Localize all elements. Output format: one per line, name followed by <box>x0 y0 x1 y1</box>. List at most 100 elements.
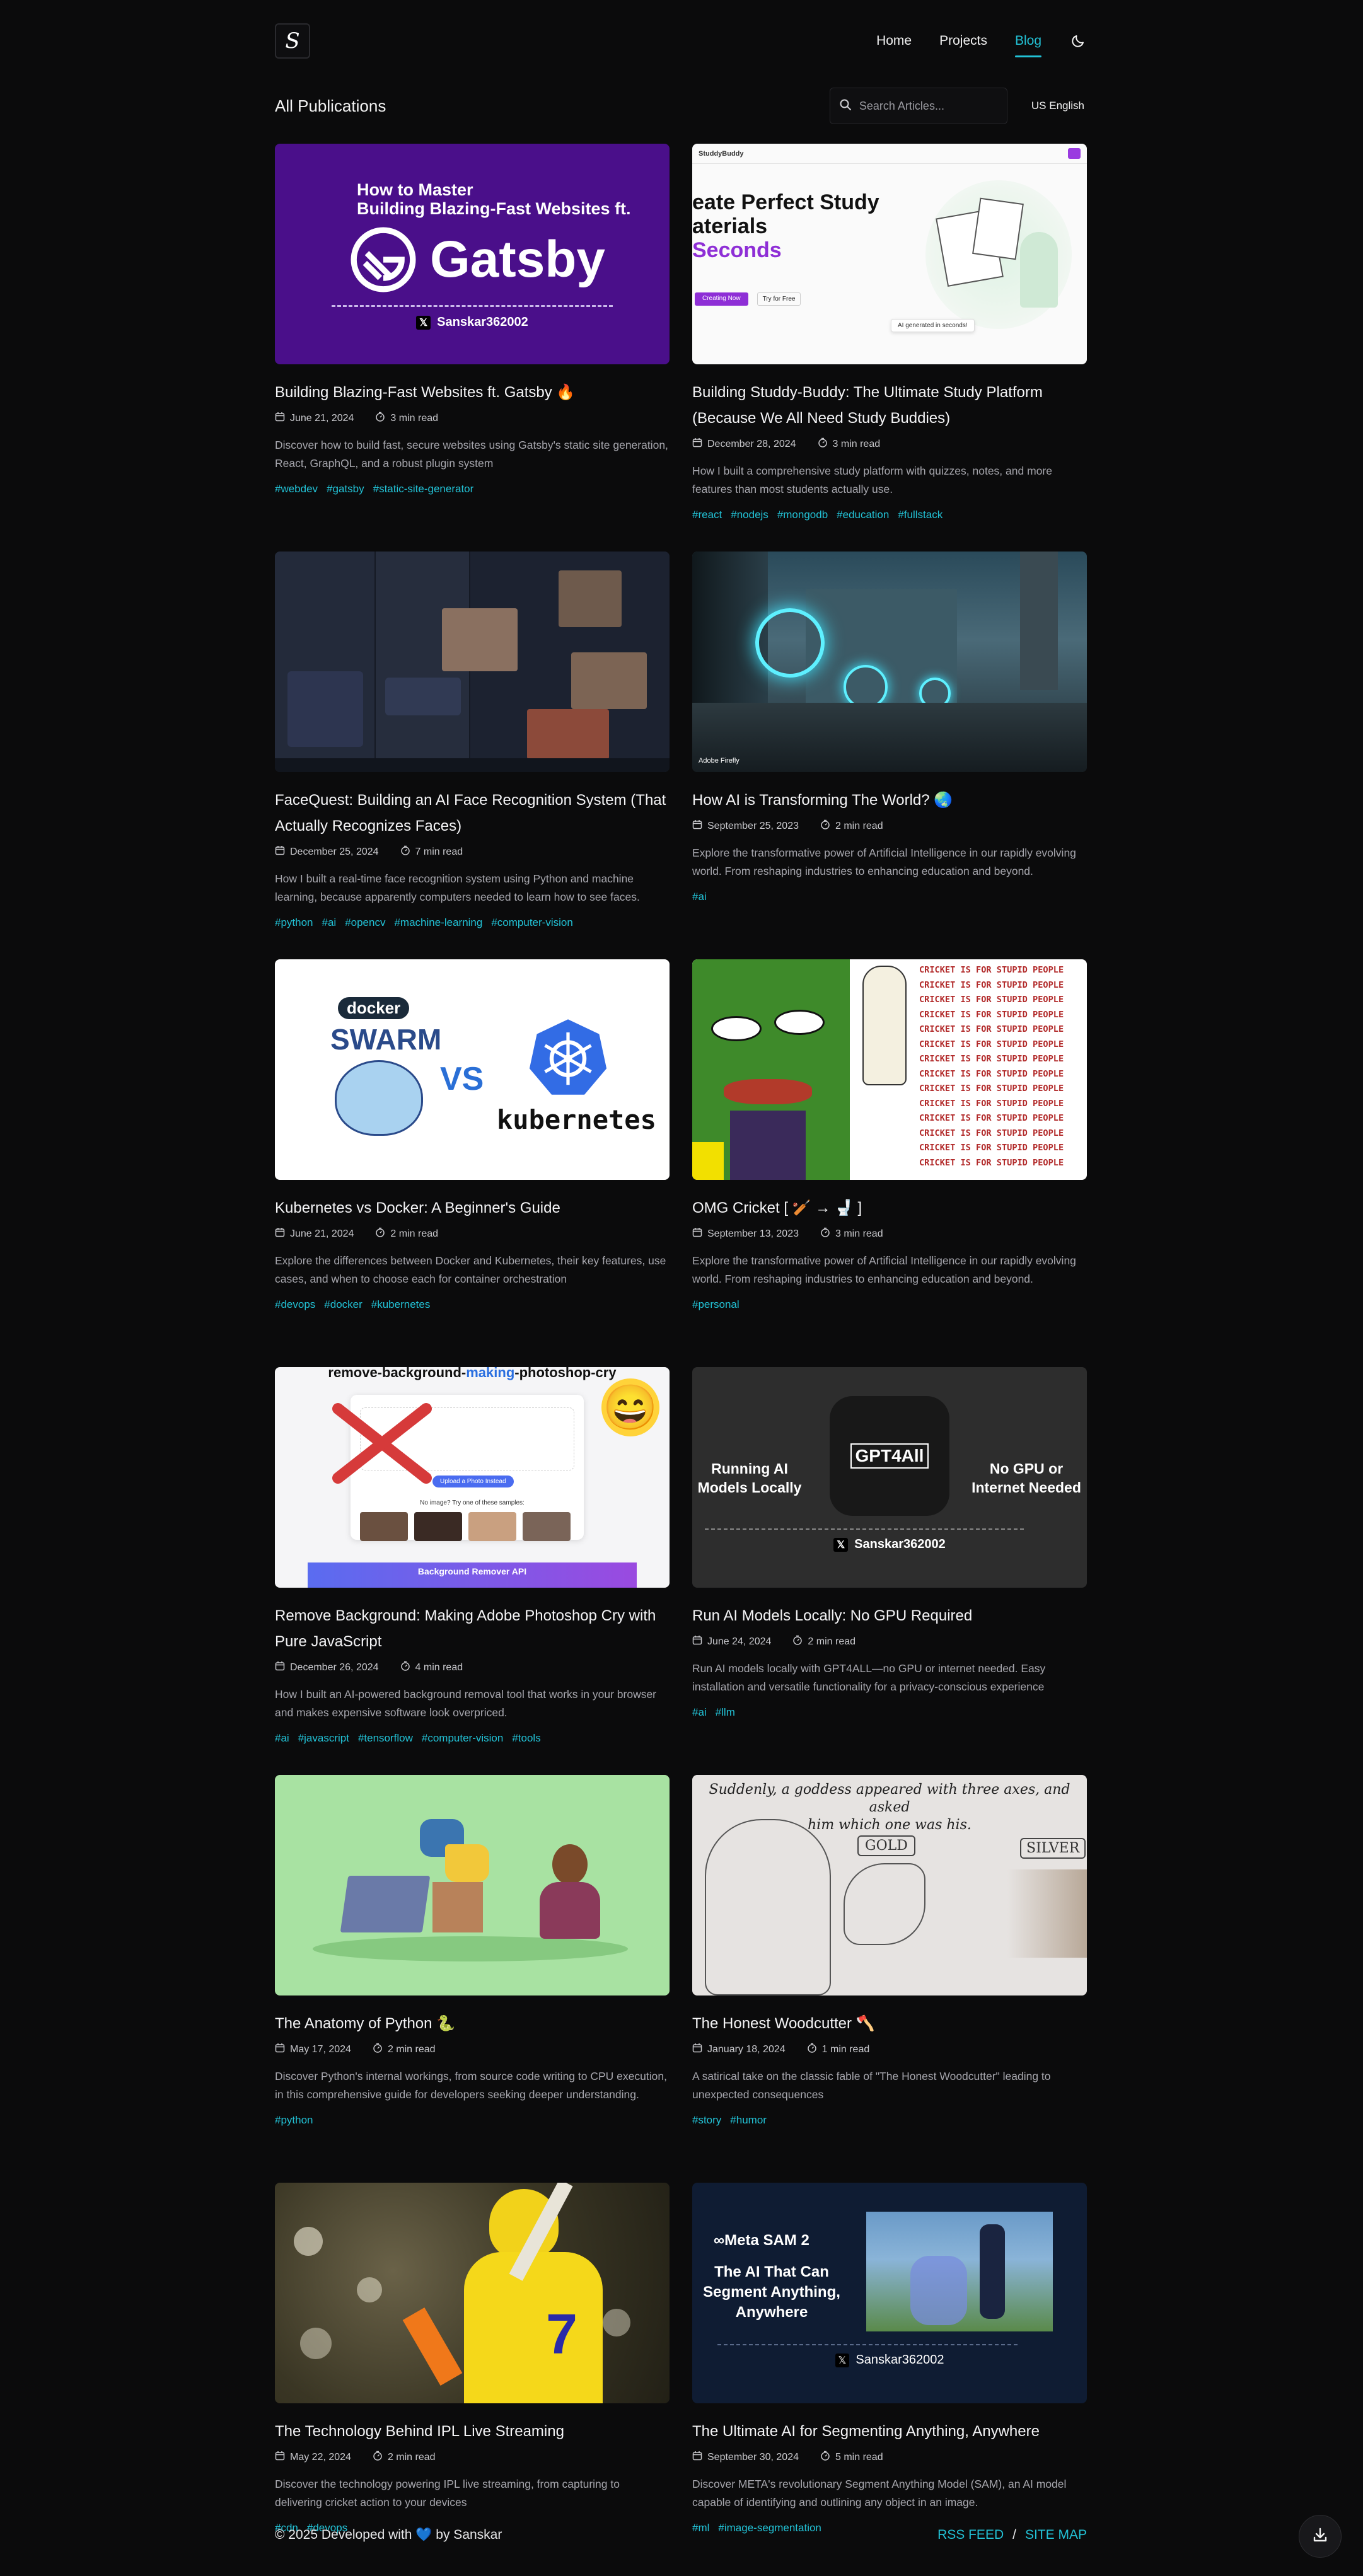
tag-link[interactable]: #humor <box>730 2114 767 2127</box>
thumb-handle: Sanskar362002 <box>856 2353 944 2367</box>
tag-link[interactable]: #static-site-generator <box>373 483 474 495</box>
post-card[interactable]: CRICKET IS FOR STUPID PEOPLE CRICKET IS … <box>692 959 1087 1367</box>
site-logo[interactable]: S <box>275 23 310 59</box>
post-date: June 24, 2024 <box>707 1636 772 1647</box>
post-card[interactable]: Suddenly, a goddess appeared with three … <box>692 1775 1087 2183</box>
moon-icon[interactable] <box>1069 32 1087 50</box>
post-title[interactable]: Building Studdy-Buddy: The Ultimate Stud… <box>692 379 1087 431</box>
tag-link[interactable]: #ai <box>322 916 337 929</box>
tag-link[interactable]: #kubernetes <box>371 1298 431 1311</box>
post-thumbnail[interactable]: StuddyBuddy ​ eate Perfect Study aterial… <box>692 144 1087 364</box>
post-card[interactable]: docker SWARM VS kubernetes Kubernetes vs… <box>275 959 670 1367</box>
post-thumbnail[interactable]: Running AI Models Locally GPT4All No GPU… <box>692 1367 1087 1588</box>
tag-link[interactable]: #personal <box>692 1298 740 1311</box>
nav-blog[interactable]: Blog <box>1014 30 1042 57</box>
tag-link[interactable]: #fullstack <box>898 509 942 521</box>
post-meta: May 17, 2024 2 min read <box>275 2043 670 2056</box>
post-card[interactable]: Running AI Models Locally GPT4All No GPU… <box>692 1367 1087 1775</box>
nav-projects[interactable]: Projects <box>939 30 987 52</box>
tag-link[interactable]: #ai <box>692 1706 707 1719</box>
thumb-text: CRICKET IS FOR STUPID PEOPLE <box>919 1128 1064 1138</box>
post-title[interactable]: The Ultimate AI for Segmenting Anything,… <box>692 2418 1087 2444</box>
tag-link[interactable]: #machine-learning <box>394 916 482 929</box>
post-thumbnail[interactable] <box>275 1775 670 1996</box>
download-button[interactable] <box>1299 2515 1342 2558</box>
post-thumbnail[interactable]: 7 <box>275 2183 670 2403</box>
nav-home[interactable]: Home <box>876 30 912 52</box>
tag-link[interactable]: #gatsby <box>327 483 364 495</box>
cricketer-photo: 7 <box>464 2189 603 2403</box>
search-box[interactable] <box>829 88 1007 124</box>
tag-link[interactable]: #tensorflow <box>358 1732 413 1745</box>
calendar-icon <box>275 1227 285 1240</box>
post-thumbnail[interactable] <box>275 552 670 772</box>
post-description: Explore the transformative power of Arti… <box>692 846 1076 877</box>
tag-link[interactable]: #webdev <box>275 483 318 495</box>
post-card[interactable]: The Anatomy of Python 🐍 May 17, 2024 2 m… <box>275 1775 670 2183</box>
grinning-emoji-icon: 😄 <box>601 1378 659 1436</box>
rss-feed-link[interactable]: RSS FEED <box>937 2527 1004 2543</box>
footer-links: RSS FEED / SITE MAP <box>937 2527 1087 2543</box>
tag-link[interactable]: #story <box>692 2114 721 2127</box>
post-thumbnail[interactable]: docker SWARM VS kubernetes <box>275 959 670 1180</box>
post-card[interactable]: remove-background-making-photoshop-cry U… <box>275 1367 670 1775</box>
download-icon <box>1311 2526 1329 2547</box>
post-thumbnail[interactable]: CRICKET IS FOR STUPID PEOPLE CRICKET IS … <box>692 959 1087 1180</box>
tag-link[interactable]: #python <box>275 2114 313 2127</box>
tag-link[interactable]: #react <box>692 509 722 521</box>
thumb-text: making <box>466 1367 515 1380</box>
tag-link[interactable]: #mongodb <box>777 509 828 521</box>
post-card[interactable]: 7 The Technology Behind IPL Live Streami… <box>275 2183 670 2576</box>
post-thumbnail[interactable]: remove-background-making-photoshop-cry U… <box>275 1367 670 1588</box>
language-selector[interactable]: US English <box>1029 95 1087 117</box>
post-read-time: 2 min read <box>387 2451 436 2463</box>
thumb-text: No image? Try one of these samples: <box>420 1499 525 1506</box>
post-thumbnail[interactable]: ∞Meta SAM 2 The AI That Can Segment Anyt… <box>692 2183 1087 2403</box>
post-thumbnail[interactable]: Adobe Firefly <box>692 552 1087 772</box>
post-tags: #ai #llm <box>692 1706 1087 1719</box>
timer-icon <box>807 2043 817 2056</box>
site-map-link[interactable]: SITE MAP <box>1025 2527 1087 2543</box>
post-card[interactable]: FaceQuest: Building an AI Face Recogniti… <box>275 552 670 959</box>
x-logo-icon: 𝕏 <box>833 1537 849 1552</box>
timer-icon <box>400 1661 410 1674</box>
tag-link[interactable]: #docker <box>324 1298 362 1311</box>
post-title[interactable]: FaceQuest: Building an AI Face Recogniti… <box>275 787 670 839</box>
search-input[interactable] <box>859 99 998 113</box>
tag-link[interactable]: #ai <box>275 1732 289 1745</box>
post-date: December 28, 2024 <box>707 438 796 449</box>
tag-link[interactable]: #llm <box>716 1706 735 1719</box>
tag-link[interactable]: #tools <box>512 1732 540 1745</box>
tag-link[interactable]: #opencv <box>345 916 385 929</box>
post-title[interactable]: Building Blazing-Fast Websites ft. Gatsb… <box>275 379 670 405</box>
thumb-text: The AI That Can <box>714 2263 829 2280</box>
post-card[interactable]: StuddyBuddy ​ eate Perfect Study aterial… <box>692 144 1087 552</box>
post-title[interactable]: The Anatomy of Python 🐍 <box>275 2011 670 2036</box>
post-title[interactable]: Remove Background: Making Adobe Photosho… <box>275 1603 670 1655</box>
thumb-badge: AI generated in seconds! <box>891 319 975 332</box>
post-title[interactable]: How AI is Transforming The World? 🌏 <box>692 787 1087 813</box>
calendar-icon <box>692 437 702 451</box>
post-title[interactable]: Run AI Models Locally: No GPU Required <box>692 1603 1087 1629</box>
tag-link[interactable]: #python <box>275 916 313 929</box>
post-card[interactable]: How to Master Building Blazing-Fast Webs… <box>275 144 670 552</box>
tag-link[interactable]: #education <box>837 509 889 521</box>
tag-link[interactable]: #devops <box>275 1298 315 1311</box>
post-title[interactable]: Kubernetes vs Docker: A Beginner's Guide <box>275 1195 670 1221</box>
post-title[interactable]: The Honest Woodcutter 🪓 <box>692 2011 1087 2036</box>
post-title[interactable]: The Technology Behind IPL Live Streaming <box>275 2418 670 2444</box>
post-card[interactable]: ∞Meta SAM 2 The AI That Can Segment Anyt… <box>692 2183 1087 2576</box>
post-thumbnail[interactable]: Suddenly, a goddess appeared with three … <box>692 1775 1087 1996</box>
thumb-text: CRICKET IS FOR STUPID PEOPLE <box>919 1143 1064 1153</box>
post-card[interactable]: Adobe Firefly How AI is Transforming The… <box>692 552 1087 959</box>
tag-link[interactable]: #computer-vision <box>422 1732 503 1745</box>
tag-link[interactable]: #javascript <box>298 1732 349 1745</box>
tag-link[interactable]: #ai <box>692 891 707 903</box>
tag-link[interactable]: #nodejs <box>731 509 768 521</box>
post-title[interactable]: OMG Cricket [ 🏏 → 🚽 ] <box>692 1195 1087 1221</box>
page-title: All Publications <box>275 96 386 115</box>
post-thumbnail[interactable]: How to Master Building Blazing-Fast Webs… <box>275 144 670 364</box>
calendar-icon <box>275 2043 285 2056</box>
thumb-text: CRICKET IS FOR STUPID PEOPLE <box>919 979 1064 990</box>
tag-link[interactable]: #computer-vision <box>491 916 572 929</box>
